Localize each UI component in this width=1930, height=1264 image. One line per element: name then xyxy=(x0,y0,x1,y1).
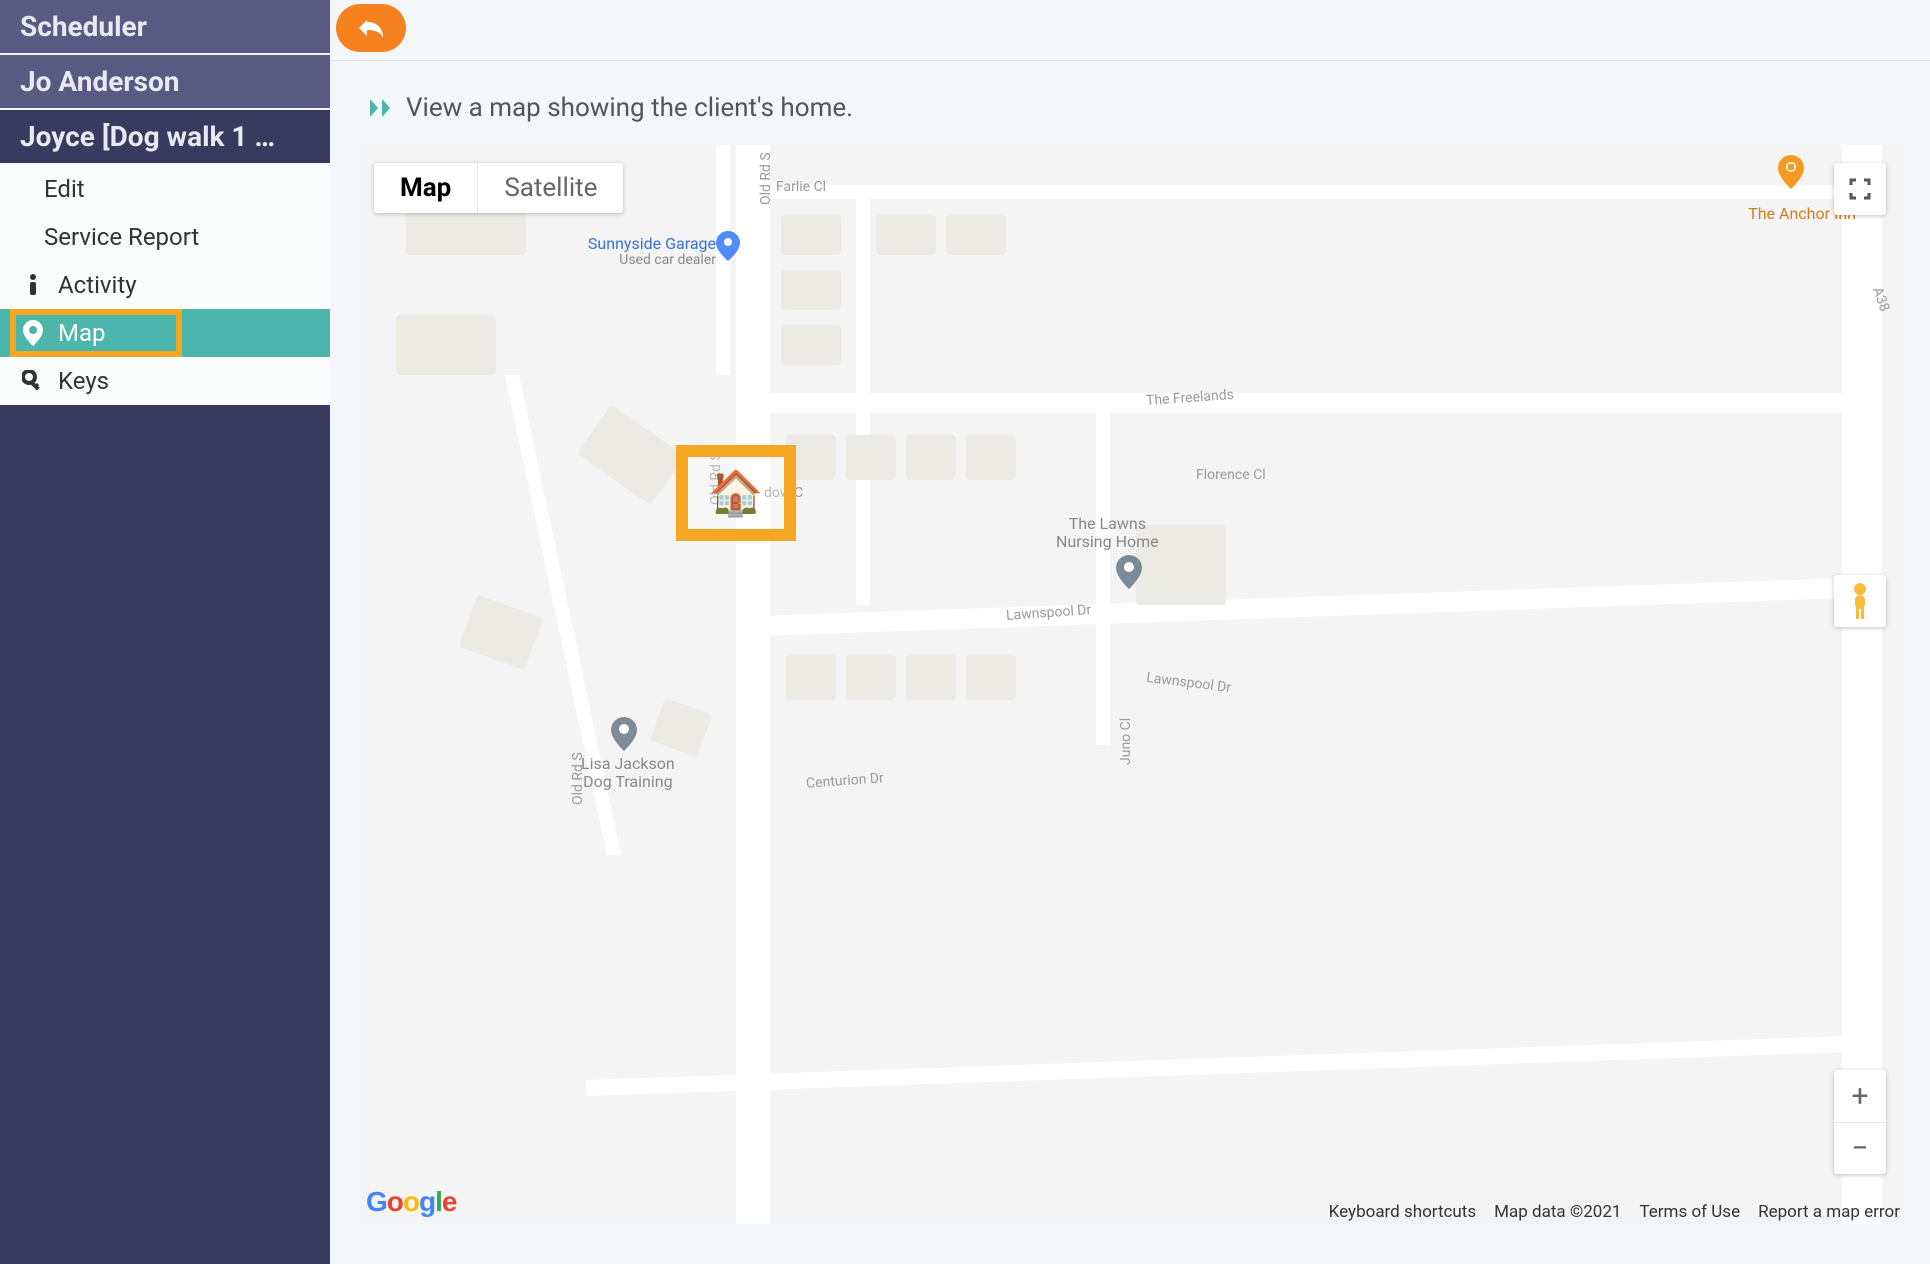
poi-lawns[interactable]: The Lawns Nursing Home xyxy=(1056,515,1159,550)
zoom-in-button[interactable]: + xyxy=(1834,1070,1886,1122)
main: View a map showing the client's home. xyxy=(330,0,1930,1264)
sidebar-item-keys[interactable]: Keys xyxy=(0,357,330,405)
sidebar-item-label: Edit xyxy=(44,175,85,203)
content: View a map showing the client's home. xyxy=(330,61,1930,1264)
sidebar-menu: Edit Service Report Activity Map Keys xyxy=(0,165,330,405)
report-error-link[interactable]: Report a map error xyxy=(1758,1202,1900,1222)
back-arrow-icon xyxy=(357,16,385,40)
topbar xyxy=(330,0,1930,61)
road-label: Florence Cl xyxy=(1196,467,1266,483)
sidebar: Scheduler Jo Anderson Joyce [Dog walk 1 … xyxy=(0,0,330,1264)
poi-pin-icon xyxy=(1778,155,1804,189)
road-label: Juno Cl xyxy=(1118,718,1134,765)
info-icon xyxy=(22,273,44,297)
map-type-satellite[interactable]: Satellite xyxy=(477,163,623,213)
map-background xyxy=(356,145,1904,1224)
road-label: Farlie Cl xyxy=(776,179,826,195)
key-icon xyxy=(22,370,44,392)
crumb-scheduler[interactable]: Scheduler xyxy=(0,0,330,55)
terms-link[interactable]: Terms of Use xyxy=(1639,1202,1740,1222)
google-logo: Google xyxy=(366,1186,456,1218)
poi-lisa[interactable]: Lisa Jackson Dog Training xyxy=(581,755,675,790)
zoom-controls: + − xyxy=(1834,1070,1886,1174)
map-container[interactable]: Old Rd S Old Rd S Old Rd S Farlie Cl A38… xyxy=(356,145,1904,1224)
map-type-switch: Map Satellite xyxy=(374,163,623,213)
chevron-double-right-icon xyxy=(368,97,394,119)
poi-pin-icon xyxy=(611,717,637,751)
sidebar-item-label: Activity xyxy=(58,271,137,299)
pegman-icon xyxy=(1846,581,1874,621)
map-type-map[interactable]: Map xyxy=(374,163,477,213)
fullscreen-button[interactable] xyxy=(1834,163,1886,215)
page-heading: View a map showing the client's home. xyxy=(368,93,1904,123)
back-button[interactable] xyxy=(336,4,406,52)
crumb-service[interactable]: Joyce [Dog walk 1 … xyxy=(0,110,330,165)
crumb-client[interactable]: Jo Anderson xyxy=(0,55,330,110)
breadcrumb: Scheduler Jo Anderson Joyce [Dog walk 1 … xyxy=(0,0,330,165)
sidebar-item-activity[interactable]: Activity xyxy=(0,261,330,309)
poi-sunnyside[interactable]: Sunnyside Garage Used car dealer xyxy=(556,235,716,268)
sidebar-item-edit[interactable]: Edit xyxy=(0,165,330,213)
pegman-button[interactable] xyxy=(1834,575,1886,627)
fullscreen-icon xyxy=(1849,178,1871,200)
sidebar-item-map[interactable]: Map xyxy=(0,309,330,357)
road-label: Old Rd S xyxy=(758,152,774,205)
map-data-text: Map data ©2021 xyxy=(1494,1202,1621,1222)
keyboard-shortcuts-link[interactable]: Keyboard shortcuts xyxy=(1329,1202,1476,1222)
heading-text: View a map showing the client's home. xyxy=(406,93,853,123)
poi-pin-icon xyxy=(716,231,740,261)
house-icon: 🏠 xyxy=(709,467,764,519)
sidebar-item-label: Keys xyxy=(58,367,109,395)
home-marker[interactable]: 🏠 xyxy=(676,445,796,541)
map-footer: Keyboard shortcuts Map data ©2021 Terms … xyxy=(1329,1202,1900,1222)
poi-pin-icon xyxy=(1116,555,1142,589)
sidebar-item-service-report[interactable]: Service Report xyxy=(0,213,330,261)
sidebar-item-label: Map xyxy=(58,319,105,347)
pin-icon xyxy=(22,320,44,346)
sidebar-item-label: Service Report xyxy=(44,223,199,251)
zoom-out-button[interactable]: − xyxy=(1834,1122,1886,1174)
